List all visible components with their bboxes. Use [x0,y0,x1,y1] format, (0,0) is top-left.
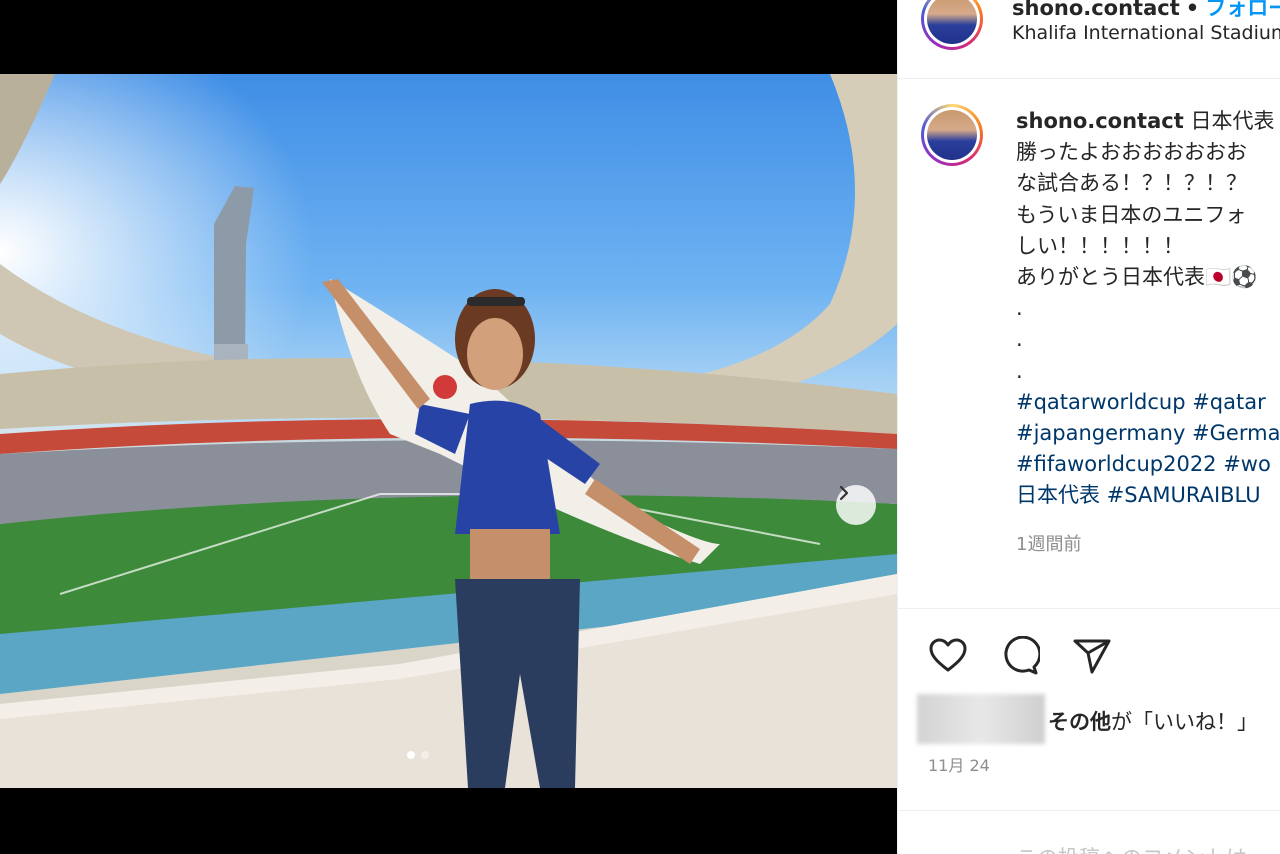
hashtag-line[interactable]: 日本代表 #SAMURAIBLU [1016,480,1280,511]
header-divider [898,78,1280,79]
share-icon [1073,639,1111,674]
caption-text: 日本代表 [1190,109,1275,133]
likes-summary[interactable]: その他が「いいね！」 [1048,706,1258,736]
location-link[interactable]: Khalifa International Stadium [1012,22,1280,44]
carousel-indicator [407,751,429,759]
avatar-image [927,110,977,160]
caption-line: . [1016,296,1023,321]
caption-line: しい！！！！！！ [1016,233,1184,258]
likes-others-label: その他 [1048,710,1111,734]
post-photo[interactable] [0,74,897,788]
carousel-dot-active [407,751,415,759]
liked-by-blurred-user [917,694,1045,744]
caption-line: な試合ある！？！？！？ [1016,171,1247,196]
stadium-scene [0,74,897,788]
caption-line: もういま日本のユニフォ [1016,202,1247,227]
author-avatar-caption[interactable] [921,104,983,166]
header-separator: • [1185,0,1200,20]
hashtag-line[interactable]: #japangermany #Germa [1016,418,1280,449]
author-avatar-header[interactable] [921,0,983,50]
heart-icon [929,638,967,672]
chevron-right-icon [839,485,849,501]
like-button[interactable] [928,636,968,676]
caption-username[interactable]: shono.contact [1016,109,1184,133]
post-side-panel: shono.contact•フォロー Khalifa International… [897,0,1280,854]
caption-line: ありがとう日本代表🇯🇵⚽ [1016,265,1258,290]
hashtag-line[interactable]: #fifaworldcup2022 #wo [1016,449,1280,480]
caption-line: . [1016,358,1023,383]
hashtag-line[interactable]: #qatarworldcup #qatar [1016,387,1280,418]
carousel-dot [421,751,429,759]
share-button[interactable] [1072,636,1112,676]
caption-line: . [1016,327,1023,352]
comment-placeholder: この投稿へのコメントは [1016,842,1247,854]
next-image-button[interactable] [836,485,876,525]
post-header-user-line: shono.contact•フォロー [1012,0,1280,22]
post-date[interactable]: 11月 24 [928,752,990,776]
caption-line: 勝ったよおおおおおおお [1016,140,1247,165]
comment-button[interactable] [1000,635,1042,676]
comment-icon [1004,635,1042,675]
action-bar [928,635,1112,676]
likes-suffix: が「いいね！」 [1111,710,1258,734]
avatar-image [927,0,977,44]
header-username[interactable]: shono.contact [1012,0,1180,20]
media-viewer [0,0,897,854]
actions-divider [898,608,1280,609]
caption-time-ago[interactable]: 1週間前 [1016,530,1081,556]
follow-button[interactable]: フォロー [1205,0,1280,20]
post-caption: shono.contact 日本代表 勝ったよおおおおおおお な試合ある！？！？… [1016,106,1280,512]
comment-divider [898,810,1280,811]
caption-line: shono.contact 日本代表 [1016,106,1280,137]
